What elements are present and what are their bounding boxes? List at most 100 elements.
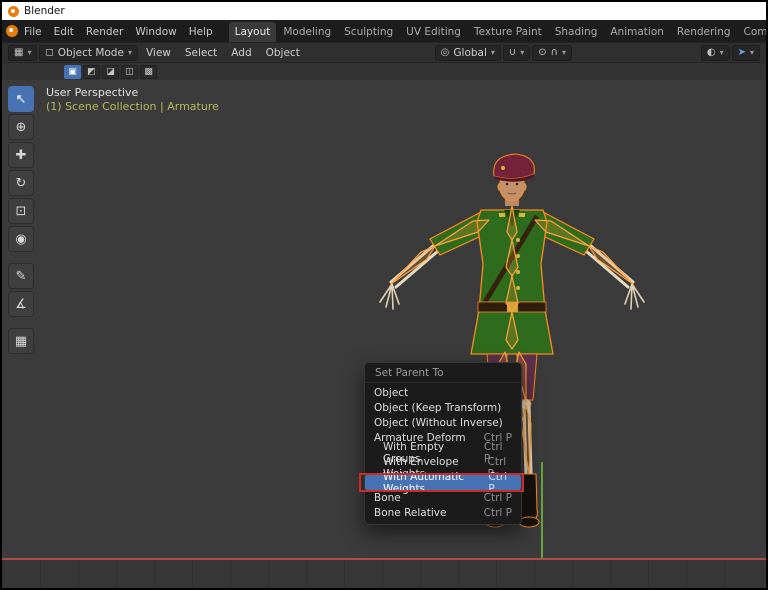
cursor-icon: ⊕ (16, 120, 27, 135)
menu-object[interactable]: Object (260, 47, 306, 59)
right-foot (519, 517, 539, 527)
beret-badge (501, 166, 505, 170)
scale-tool[interactable]: ⊡ (8, 198, 34, 224)
button (516, 238, 520, 242)
workspace-tab-uv-editing[interactable]: UV Editing (400, 22, 467, 42)
titlebar: Blender (2, 2, 766, 20)
menu-window[interactable]: Window (129, 22, 182, 42)
menu-view[interactable]: View (140, 47, 177, 59)
mode-selector-label: Object Mode (58, 47, 124, 59)
menu-item-with-automatic-weights[interactable]: With Automatic Weights Ctrl P (365, 475, 521, 490)
collar-tab-left (499, 213, 505, 217)
eye (506, 183, 509, 186)
beret (494, 154, 535, 179)
eye (516, 183, 519, 186)
menu-item-object-without-inverse[interactable]: Object (Without Inverse) (365, 415, 521, 430)
view-perspective-label: User Perspective (46, 86, 138, 99)
workspace-tab-sculpting[interactable]: Sculpting (338, 22, 399, 42)
scale-icon: ⊡ (16, 204, 27, 219)
chevron-down-icon: ▾ (720, 48, 724, 57)
blender-icon (6, 25, 18, 37)
select-mode-intersect-button[interactable]: ▩ (140, 65, 157, 79)
annotate-icon: ✎ (16, 269, 27, 284)
menu-item-bone-relative[interactable]: Bone Relative Ctrl P (365, 505, 521, 520)
chevron-down-icon: ▾ (27, 48, 31, 57)
menu-select[interactable]: Select (179, 47, 223, 59)
transform-icon: ◉ (15, 232, 26, 247)
tool-settings-bar: ▣ ◩ ◪ ◫ ▩ (2, 62, 766, 80)
workspace-tab-shading[interactable]: Shading (549, 22, 604, 42)
set-parent-context-menu: Set Parent To Object Object (Keep Transf… (364, 362, 522, 525)
transform-orientation-selector[interactable]: ◎ Global ▾ (435, 45, 501, 61)
menu-item-shortcut: Ctrl P (484, 507, 512, 519)
add-cube-tool[interactable]: ▦ (8, 328, 34, 354)
collar-tab-right (519, 213, 525, 217)
workspace-tabs: Layout Modeling Sculpting UV Editing Tex… (229, 20, 766, 42)
snap-toggle[interactable]: ∪ ▾ (503, 45, 530, 61)
globe-icon: ◎ (441, 47, 450, 58)
menu-edit[interactable]: Edit (48, 22, 80, 42)
shading-sphere-icon: ◐ (707, 47, 716, 58)
chevron-down-icon: ▾ (128, 48, 132, 57)
rotate-tool[interactable]: ↻ (8, 170, 34, 196)
object-mode-icon: ◻ (45, 47, 53, 58)
cursor-tool[interactable]: ⊕ (8, 114, 34, 140)
select-box-icon: ↖ (16, 92, 27, 107)
menu-item-label: Object (Keep Transform) (374, 402, 501, 414)
measure-tool[interactable]: ∡ (8, 291, 34, 317)
top-menubar: File Edit Render Window Help Layout Mode… (2, 20, 766, 42)
viewport-header: ▦ ▾ ◻ Object Mode ▾ View Select Add Obje… (2, 42, 766, 62)
orientation-label: Global (453, 47, 487, 59)
falloff-curve-icon: ∩ (551, 47, 558, 58)
magnet-icon: ∪ (509, 47, 516, 58)
workspace-tab-modeling[interactable]: Modeling (277, 22, 337, 42)
rotate-icon: ↻ (16, 176, 27, 191)
select-mode-extend-button[interactable]: ◩ (83, 65, 100, 79)
blender-window: Blender File Edit Render Window Help Lay… (0, 0, 768, 590)
context-menu-title: Set Parent To (365, 363, 521, 382)
menu-item-object[interactable]: Object (365, 385, 521, 400)
workspace-tab-animation[interactable]: Animation (604, 22, 670, 42)
menu-add[interactable]: Add (225, 47, 257, 59)
menu-item-bone[interactable]: Bone Ctrl P (365, 490, 521, 505)
menu-separator (366, 382, 520, 383)
button (516, 286, 520, 290)
editor-type-selector[interactable]: ▦ ▾ (8, 45, 37, 61)
3d-viewport[interactable]: ↖ ⊕ ✚ ↻ ⊡ ◉ ✎ ∡ ▦ User Perspective (1) S… (2, 80, 766, 588)
button (516, 254, 520, 258)
toolbar: ↖ ⊕ ✚ ↻ ⊡ ◉ ✎ ∡ ▦ (8, 86, 34, 354)
gizmo-arrow-icon: ➤ (738, 47, 746, 58)
window-title: Blender (24, 5, 65, 17)
proportional-editing-toggle[interactable]: ⊙ ∩ ▾ (532, 45, 572, 61)
menu-item-object-keep-transform[interactable]: Object (Keep Transform) (365, 400, 521, 415)
transform-tool[interactable]: ◉ (8, 226, 34, 252)
select-box-tool[interactable]: ↖ (8, 86, 34, 112)
menu-item-label: Bone (374, 492, 401, 504)
select-mode-new-button[interactable]: ▣ (64, 65, 81, 79)
active-collection-breadcrumb: (1) Scene Collection | Armature (46, 100, 219, 113)
x-axis-line (2, 558, 766, 560)
button (516, 270, 520, 274)
menu-render[interactable]: Render (80, 22, 129, 42)
blender-app-menu-button[interactable] (6, 21, 18, 41)
measure-icon: ∡ (15, 297, 27, 312)
proportional-editing-icon: ⊙ (538, 47, 546, 58)
mode-selector[interactable]: ◻ Object Mode ▾ (39, 45, 137, 61)
workspace-tab-layout[interactable]: Layout (229, 22, 277, 42)
annotate-tool[interactable]: ✎ (8, 263, 34, 289)
menu-item-label: Object (374, 387, 408, 399)
viewport-shading-selector[interactable]: ◐ ▾ (701, 45, 730, 61)
workspace-tab-compositing[interactable]: Compositing (738, 22, 766, 42)
move-icon: ✚ (16, 148, 27, 163)
workspace-tab-texture-paint[interactable]: Texture Paint (468, 22, 548, 42)
menu-file[interactable]: File (18, 22, 48, 42)
add-cube-icon: ▦ (15, 334, 27, 349)
move-tool[interactable]: ✚ (8, 142, 34, 168)
gizmos-dropdown[interactable]: ➤ ▾ (732, 45, 760, 61)
chevron-down-icon: ▾ (491, 48, 495, 57)
editor-type-icon: ▦ (14, 47, 23, 58)
select-mode-subtract-button[interactable]: ◪ (102, 65, 119, 79)
workspace-tab-rendering[interactable]: Rendering (671, 22, 737, 42)
select-mode-invert-button[interactable]: ◫ (121, 65, 138, 79)
menu-help[interactable]: Help (183, 22, 219, 42)
